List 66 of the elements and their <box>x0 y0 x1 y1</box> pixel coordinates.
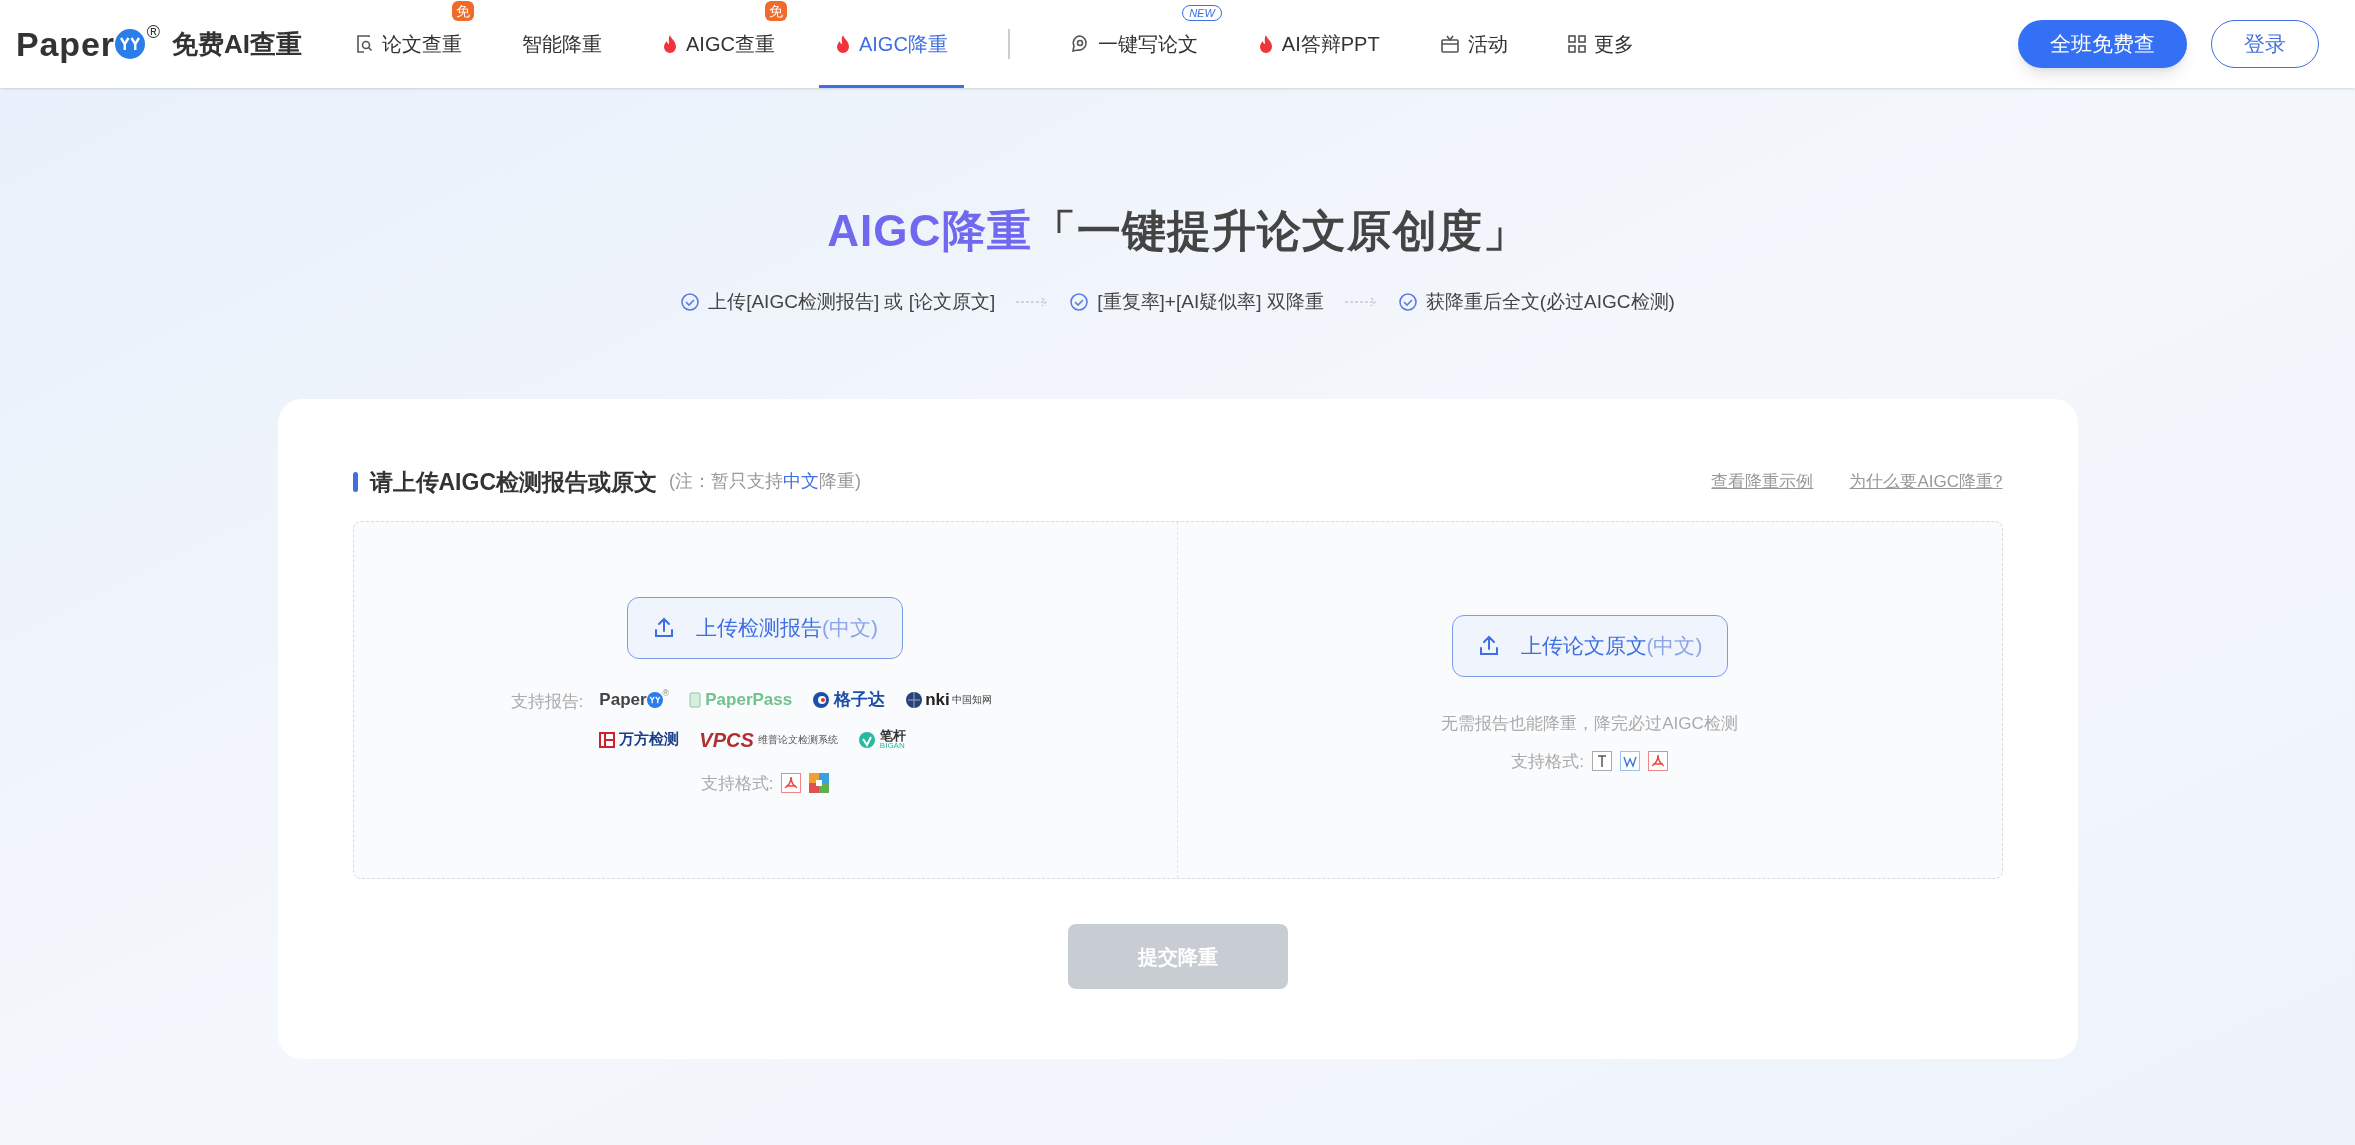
leaf-icon <box>857 730 876 749</box>
report-logo-text: nki <box>925 689 950 711</box>
nav-tab[interactable]: 活动 <box>1423 23 1524 88</box>
nav-tab[interactable]: 论文查重 <box>340 23 478 88</box>
help-link[interactable]: 为什么要AIGC降重? <box>1849 469 2003 495</box>
swirl-icon <box>812 690 831 709</box>
logo-badge-icon <box>646 691 663 708</box>
free-badge: 免 <box>452 1 474 21</box>
registered-mark: ® <box>146 20 160 44</box>
reports-label: 支持报告: <box>510 691 584 713</box>
report-logo-subtext: 中国知网 <box>951 693 992 708</box>
check-circle-icon <box>1397 292 1418 313</box>
report-logo-subtext: BIGAN <box>879 742 905 750</box>
logo-badge-icon <box>114 29 145 59</box>
new-badge: NEW <box>1182 5 1222 21</box>
report-logo-text: 万方检测 <box>619 729 680 750</box>
logo-tagline: 免费AI查重 <box>172 27 302 61</box>
nav-tab[interactable]: AIGC查重 <box>646 23 791 88</box>
upload-hint: 无需报告也能降重，降完必过AIGC检测 <box>1441 713 1738 735</box>
free-check-button[interactable]: 全班免费查 <box>2018 20 2187 68</box>
upload-report-button[interactable]: 上传检测报告(中文) <box>627 597 903 659</box>
gift-icon <box>1439 34 1460 54</box>
flame-icon <box>662 34 678 54</box>
grid-icon <box>1567 35 1586 53</box>
flame-icon <box>1257 34 1274 54</box>
step-text: [重复率]+[AI疑似率] 双降重 <box>1097 290 1324 314</box>
check-circle-icon <box>1069 292 1090 313</box>
globe-icon <box>905 690 924 709</box>
wanfang-mark-icon <box>599 731 616 748</box>
nav-tab[interactable]: 智能降重 <box>506 23 618 88</box>
report-logo-text: PaperPass <box>705 689 793 711</box>
report-logo-text: VPCS <box>699 727 754 753</box>
upload-paper-button[interactable]: 上传论文原文(中文) <box>1451 615 1728 677</box>
upload-icon <box>652 616 676 640</box>
formats-label: 支持格式: <box>700 772 774 795</box>
text-file-icon <box>1591 751 1612 772</box>
page-title: AIGC降重「一键提升论文原创度」 <box>827 205 1528 257</box>
word-file-icon <box>1619 751 1640 772</box>
report-logo-text: Paper <box>599 689 647 711</box>
nav-tab[interactable]: 更多 <box>1551 23 1650 88</box>
free-badge: 免 <box>764 1 787 21</box>
card-heading: 请上传AIGC检测报告或原文 <box>369 467 657 497</box>
search-icon <box>356 34 374 54</box>
brain-icon <box>1069 34 1090 54</box>
report-logo-subtext: 维普论文检测系统 <box>757 733 838 747</box>
step-text: 获降重后全文(必过AIGC检测) <box>1425 290 1675 314</box>
registered-mark: ® <box>662 687 670 700</box>
formats-label: 支持格式: <box>1511 750 1584 773</box>
document-icon <box>689 691 702 708</box>
logo-text: Paper <box>16 23 115 65</box>
report-logo-text: 格子达 <box>834 689 886 711</box>
nav-tab[interactable]: AIGC降重 <box>818 23 964 88</box>
step-text: 上传[AIGC检测报告] 或 [论文原文] <box>708 290 996 314</box>
heading-accent-bar <box>352 471 358 492</box>
check-circle-icon <box>680 292 701 313</box>
nav-tab[interactable]: AI答辩PPT <box>1241 23 1396 88</box>
archive-file-icon <box>809 773 830 794</box>
pdf-file-icon <box>1647 751 1668 772</box>
login-button[interactable]: 登录 <box>2211 20 2319 68</box>
help-link[interactable]: 查看降重示例 <box>1711 469 1814 495</box>
flame-icon <box>834 34 851 54</box>
report-logo-text: 笔杆 <box>879 729 906 742</box>
pdf-file-icon <box>781 773 802 794</box>
nav-tab[interactable]: 一键写论文 <box>1053 23 1214 88</box>
arrow-icon <box>1343 297 1378 308</box>
card-note: (注：暂只支持中文降重) <box>669 470 861 494</box>
